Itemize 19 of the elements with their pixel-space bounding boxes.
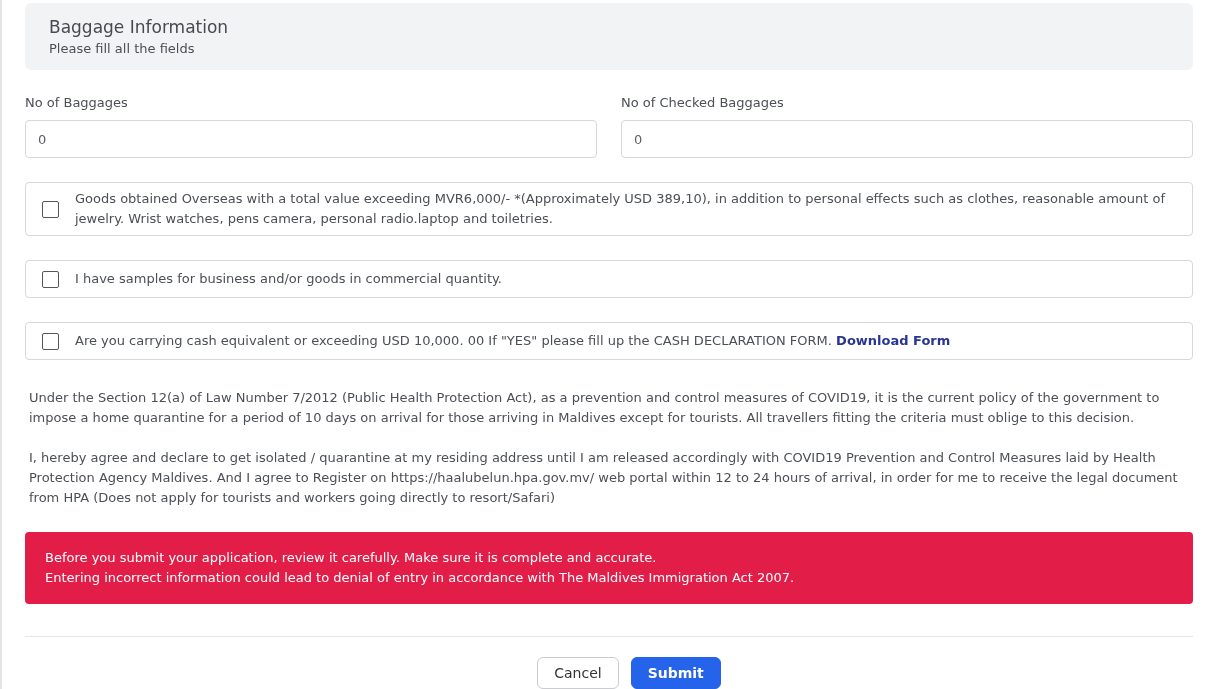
checkbox[interactable]	[42, 332, 59, 350]
field-label: No of Baggages	[25, 95, 129, 110]
download-link[interactable]: Download Form	[836, 333, 951, 348]
warning-text: Before you submit your application, review it carefully. Make sure it is complete and accurate.	[45, 549, 658, 567]
notice-paragraph: I, hereby agree and declare to get isolated / quarantine at my residing address until I am released accordingly with COVID19 Prevention and Control Measures laid by Health Protection Agency Maldives. And I agree to Register on https://haalubelun.hpa.gov.mv/ web portal within 12 to 24 hours of arrival, in order for me to receive the legal document from HPA (Does not apply for tourists and workers going directly to resort/Safari)	[29, 449, 1179, 507]
notice-paragraph: Under the Section 12(a) of Law Number 7/2012 (Public Health Protection Act), as a prevention and control measures of COVID19, it is the current policy of the government to impose a home quarantine for a period of 10 days on arrival for those arriving in Maldives except for tourists. All travellers fitting the criteria must oblige to this decision.	[29, 389, 1161, 427]
number-input[interactable]: 0	[25, 120, 597, 158]
section-subtitle: Please fill all the fields	[49, 41, 196, 56]
warning-text: Entering incorrect information could lead to denial of entry in accordance with The Maldives Immigration Act 2007.	[45, 569, 796, 587]
number-input[interactable]: 0	[621, 120, 1193, 158]
checkbox[interactable]	[42, 200, 59, 218]
declaration-text: I have samples for business and/or goods in commercial quantity.	[75, 270, 502, 288]
checkbox[interactable]	[42, 270, 59, 288]
cancel-button[interactable]: Cancel	[537, 657, 619, 689]
section-title: Baggage Information	[49, 17, 230, 37]
declaration-text: Are you carrying cash equivalent or exceeding USD 10,000. 00 If "YES" please fill up the CASH DECLARATION FORM. Download Form	[75, 332, 951, 350]
field-label: No of Checked Baggages	[621, 95, 785, 110]
declaration-text: Goods obtained Overseas with a total value exceeding MVR6,000/- *(Approximately USD 389,10), in addition to personal effects such as clothes, reasonable amount of jewelry. Wrist watches, pens camera, personal radio.laptop and toiletries.	[75, 190, 1167, 228]
submit-button[interactable]: Submit	[630, 657, 721, 689]
